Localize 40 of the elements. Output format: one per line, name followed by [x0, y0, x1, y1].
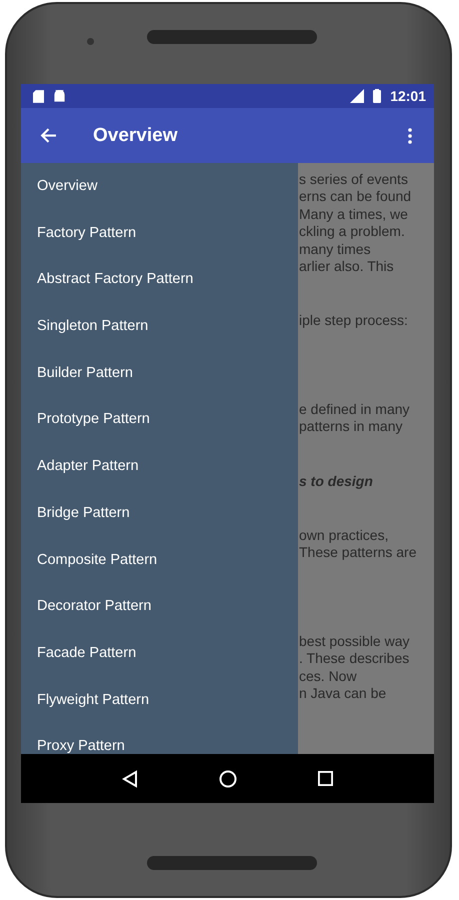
- content-text: s to design: [299, 472, 373, 490]
- drawer-item[interactable]: Singleton Pattern: [21, 317, 298, 364]
- content-text: own practices,: [299, 527, 388, 544]
- drawer-item[interactable]: Abstract Factory Pattern: [21, 270, 298, 318]
- drawer-item[interactable]: Builder Pattern: [21, 364, 298, 410]
- content-text: arlier also. This: [299, 258, 394, 276]
- drawer-item[interactable]: Prototype Pattern: [21, 410, 298, 458]
- back-arrow-icon[interactable]: [40, 127, 57, 144]
- content-text: e defined in many: [299, 400, 410, 418]
- content-text: s series of events: [299, 171, 408, 188]
- drawer-item[interactable]: Decorator Pattern: [21, 597, 298, 644]
- signal-icon: [350, 89, 364, 103]
- drawer-item[interactable]: Proxy Pattern: [21, 737, 298, 754]
- content-text: many times: [299, 240, 371, 258]
- back-triangle-icon[interactable]: [122, 770, 138, 788]
- camera-dot: [87, 38, 94, 45]
- content-text: Many a times, we: [299, 206, 408, 224]
- drawer-item[interactable]: Bridge Pattern: [21, 504, 298, 550]
- drawer-item[interactable]: Composite Pattern: [21, 550, 298, 598]
- drawer-item[interactable]: Flyweight Pattern: [21, 690, 298, 738]
- drawer-item[interactable]: Overview: [21, 177, 298, 224]
- drawer-item[interactable]: Facade Pattern: [21, 644, 298, 691]
- more-menu-icon[interactable]: [408, 128, 412, 144]
- drawer-item[interactable]: Factory Pattern: [21, 224, 298, 270]
- home-circle-icon[interactable]: [218, 770, 237, 788]
- toolbar-title: Overview: [93, 124, 178, 146]
- content-text: . These describes: [299, 650, 410, 668]
- recents-square-icon[interactable]: [318, 771, 334, 786]
- content-text: best possible way: [299, 632, 410, 650]
- content-text: iple step process:: [299, 312, 408, 330]
- content-text: ces. Now: [299, 668, 357, 686]
- content-text: These patterns are: [299, 544, 417, 562]
- sd-card-icon: [33, 90, 44, 102]
- content-text: n Java can be: [299, 685, 386, 702]
- drawer-item[interactable]: Adapter Pattern: [21, 457, 298, 504]
- content-text: patterns in many: [299, 418, 402, 436]
- battery-icon: [373, 89, 382, 103]
- content-text: ckling a problem.: [299, 223, 405, 241]
- content-text: erns can be found: [299, 188, 412, 206]
- status-time: 12:01: [390, 88, 426, 104]
